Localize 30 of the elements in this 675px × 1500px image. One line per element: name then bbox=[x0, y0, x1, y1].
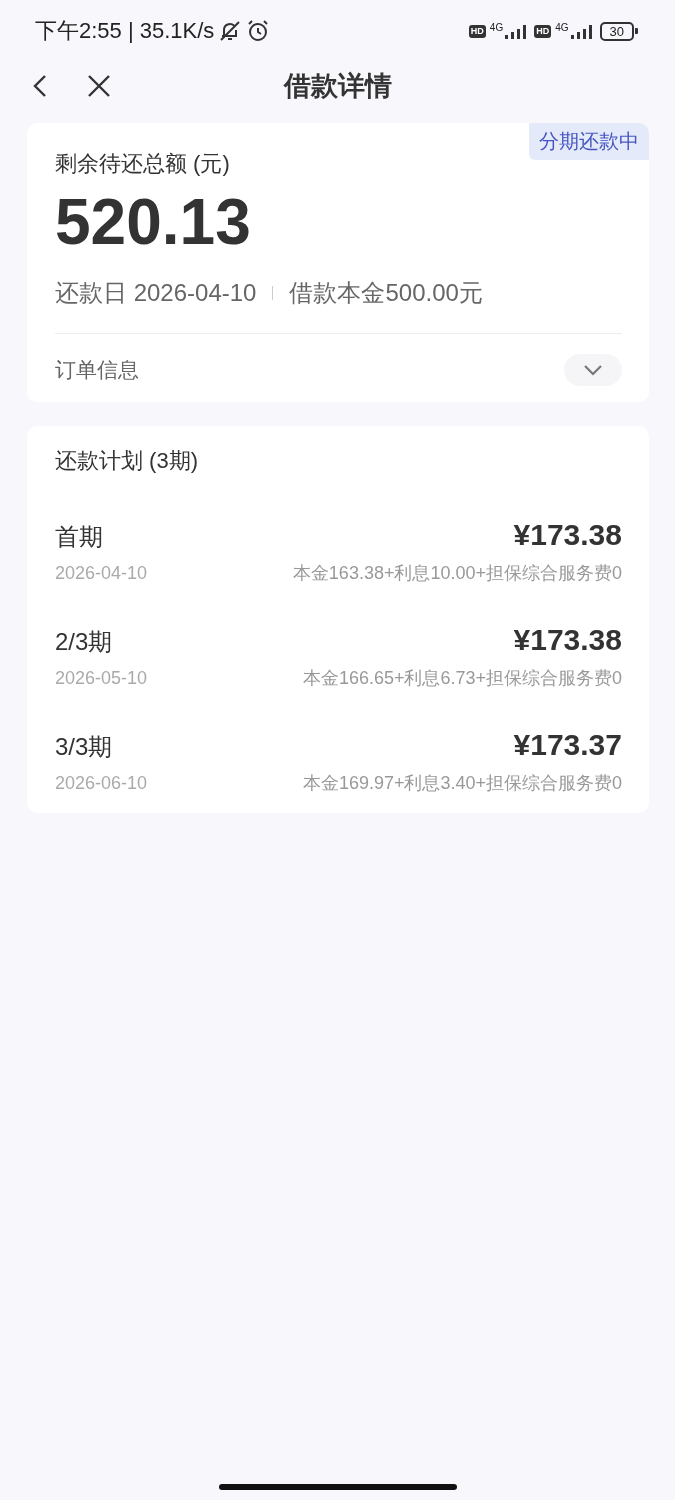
battery-level: 30 bbox=[599, 21, 634, 41]
close-icon bbox=[86, 73, 112, 99]
installment-breakdown: 本金169.97+利息3.40+担保综合服务费0 bbox=[302, 772, 622, 796]
hd-badge: HD bbox=[468, 24, 486, 38]
balance-amount: 520.13 bbox=[55, 187, 252, 258]
installment-name: 3/3期 bbox=[55, 732, 113, 763]
network-label: 4G bbox=[555, 23, 569, 33]
installment-breakdown: 本金163.38+利息10.00+担保综合服务费0 bbox=[292, 562, 622, 586]
status-time: 下午2:55 | 35.1K/s bbox=[35, 17, 215, 45]
chevron-down-icon bbox=[583, 364, 603, 377]
loan-principal: 借款本金500.00元 bbox=[289, 278, 483, 309]
installment-amount: ¥173.38 bbox=[513, 623, 622, 658]
due-date: 还款日 2026-04-10 bbox=[55, 278, 257, 309]
installment-amount: ¥173.37 bbox=[513, 728, 622, 763]
page-title: 借款详情 bbox=[283, 70, 392, 103]
expand-button[interactable] bbox=[564, 354, 622, 387]
order-info-label: 订单信息 bbox=[55, 357, 139, 384]
bell-off-icon bbox=[218, 19, 243, 43]
installment-date: 2026-05-10 bbox=[55, 668, 148, 690]
installment-breakdown: 本金166.65+利息6.73+担保综合服务费0 bbox=[302, 667, 622, 691]
installment-name: 首期 bbox=[55, 522, 103, 553]
network-label: 4G bbox=[489, 23, 504, 33]
installment-date: 2026-06-10 bbox=[55, 773, 148, 795]
plan-title: 还款计划 (3期) bbox=[55, 447, 199, 476]
installment-amount: ¥173.38 bbox=[513, 518, 622, 553]
installment-date: 2026-04-10 bbox=[55, 563, 148, 585]
installment-name: 2/3期 bbox=[55, 627, 113, 658]
balance-label: 剩余待还总额 (元) bbox=[55, 150, 231, 178]
hd-badge: HD bbox=[534, 24, 552, 38]
status-badge: 分期还款中 bbox=[529, 123, 649, 160]
